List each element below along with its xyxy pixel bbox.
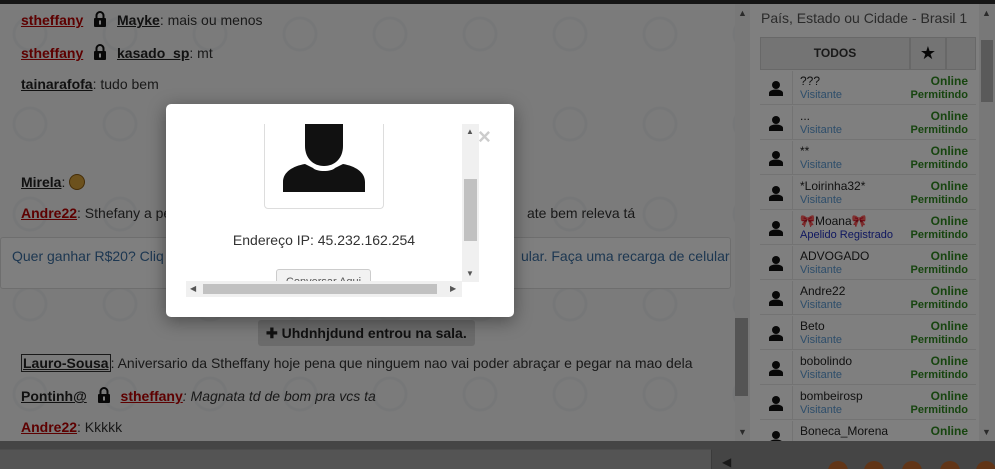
ip-address: Endereço IP: 45.232.162.254 xyxy=(232,232,416,248)
scroll-left-icon[interactable]: ◀ xyxy=(190,284,196,293)
scroll-down-icon[interactable]: ▼ xyxy=(466,269,474,278)
user-silhouette-icon xyxy=(283,124,365,192)
close-icon[interactable]: × xyxy=(478,126,491,148)
scroll-up-icon[interactable]: ▲ xyxy=(466,127,474,136)
modal-content: Endereço IP: 45.232.162.254 Conversar Aq… xyxy=(186,124,479,297)
user-info-modal: Endereço IP: 45.232.162.254 Conversar Aq… xyxy=(166,104,514,317)
modal-vertical-scrollbar[interactable]: ▲ ▼ xyxy=(462,124,479,282)
scrollbar-thumb[interactable] xyxy=(203,284,437,294)
modal-horizontal-scrollbar[interactable]: ◀ ▶ xyxy=(186,281,462,297)
avatar xyxy=(264,124,384,209)
scroll-right-icon[interactable]: ▶ xyxy=(450,284,456,293)
scrollbar-thumb[interactable] xyxy=(464,179,477,241)
